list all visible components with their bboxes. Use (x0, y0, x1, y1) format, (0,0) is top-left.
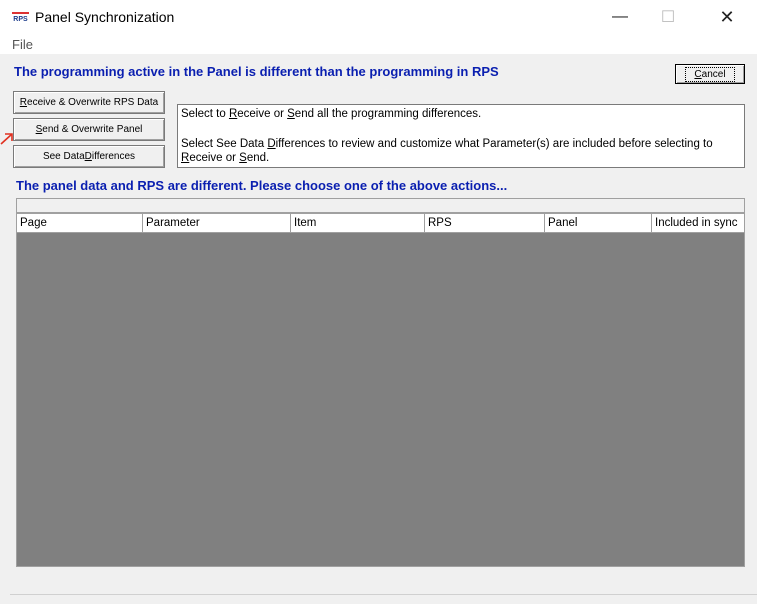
info2-u3: S (239, 152, 247, 164)
diff-label-pre: See Data (42, 151, 85, 162)
info1-a: Select to (181, 108, 229, 120)
cancel-button[interactable]: Cancel (675, 64, 745, 84)
info1-c: end all the programming differences. (294, 108, 482, 120)
panel-sync-window: RPS Panel Synchronization — ☐ ✕ File The… (0, 0, 757, 604)
diff-label-accel: D (84, 151, 92, 162)
column-header-panel[interactable]: Panel (545, 214, 652, 232)
window-title: Panel Synchronization (35, 9, 175, 25)
cancel-label-accel: C (694, 68, 702, 80)
info2-d: end. (246, 152, 270, 164)
menu-bar: File (0, 34, 757, 54)
info2-b: ifferences to review and customize what … (275, 138, 713, 150)
instruction-line-2: Select See Data Differences to review an… (181, 137, 741, 165)
menu-file[interactable]: File (12, 37, 33, 52)
send-label-accel: S (35, 124, 43, 135)
column-header-rps[interactable]: RPS (425, 214, 545, 232)
receive-label-accel: R (19, 97, 28, 108)
instruction-line-1: Select to Receive or Send all the progra… (181, 108, 481, 120)
receive-label-post: eceive & Overwrite RPS Data (27, 97, 159, 108)
status-bar-divider (10, 594, 757, 595)
info2-u1: D (267, 138, 276, 150)
send-overwrite-panel-button[interactable]: Send & Overwrite Panel (13, 118, 165, 141)
status-message: The panel data and RPS are different. Pl… (16, 178, 508, 193)
column-header-included-in-sync[interactable]: Included in sync (652, 214, 744, 232)
column-header-page[interactable]: Page (17, 214, 143, 232)
cancel-label: Cancel (685, 66, 735, 82)
differences-grid[interactable]: Page Parameter Item RPS Panel Included i… (16, 213, 745, 567)
instructions-box: Select to Receive or Send all the progra… (177, 104, 745, 168)
title-bar: RPS Panel Synchronization — ☐ ✕ (0, 0, 757, 34)
grid-header: Page Parameter Item RPS Panel Included i… (17, 214, 744, 233)
cancel-label-post: ancel (701, 68, 726, 80)
page-heading: The programming active in the Panel is d… (14, 64, 499, 79)
close-button[interactable]: ✕ (704, 0, 750, 34)
send-label-post: end & Overwrite Panel (42, 124, 143, 135)
info2-c: eceive or (189, 152, 240, 164)
red-arrow-icon (0, 133, 13, 145)
see-data-differences-button[interactable]: See Data Differences (13, 145, 165, 168)
maximize-button[interactable]: ☐ (645, 0, 691, 34)
rps-app-icon: RPS (12, 12, 29, 26)
info2-a: Select See Data (181, 138, 268, 150)
diff-label-post: ifferences (91, 151, 136, 162)
column-header-item[interactable]: Item (291, 214, 425, 232)
minimize-button[interactable]: — (597, 0, 643, 34)
progress-bar (16, 198, 745, 213)
info1-u2: S (287, 108, 295, 120)
receive-overwrite-rps-button[interactable]: Receive & Overwrite RPS Data (13, 91, 165, 114)
info1-b: eceive or (237, 108, 288, 120)
column-header-parameter[interactable]: Parameter (143, 214, 291, 232)
